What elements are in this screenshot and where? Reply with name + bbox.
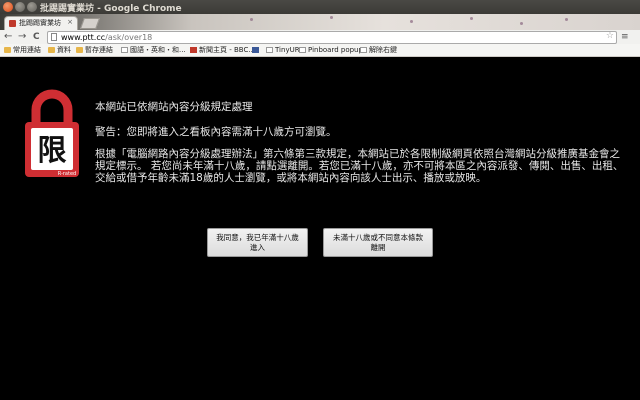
folder-icon (4, 47, 11, 53)
logo-caption: R-rated (58, 171, 76, 177)
bookmark-label: Pinboard popup (308, 46, 363, 54)
bookmark-item[interactable]: 新聞主頁 - BBC... (190, 45, 255, 55)
leave-button-sublabel: 離開 (370, 243, 386, 252)
reload-button[interactable]: C (33, 30, 40, 44)
legal-paragraph: 根據「電腦網路內容分級處理辦法」第六條第三款規定，本網站已於各限制級網頁依照台灣… (95, 148, 624, 184)
bookmark-item[interactable]: 解除右鍵 (360, 45, 397, 55)
blossom-decoration (410, 20, 413, 23)
bookmark-label: 常用連結 (13, 46, 41, 54)
url-text: www.ptt.cc/ask/over18 (61, 32, 152, 43)
blossom-decoration (250, 18, 253, 21)
page-content: 限 R-rated 本網站已依網站內容分級規定處理 警告：您即將進入之看板內容需… (0, 57, 640, 400)
bookmark-label: 資料 (57, 46, 71, 54)
bookmark-label: 國語・英和・和... (130, 46, 186, 54)
bookmark-label: 暫存連結 (85, 46, 113, 54)
window-maximize-button[interactable] (27, 2, 37, 12)
bookmark-label: 解除右鍵 (369, 46, 397, 54)
window-close-button[interactable] (3, 2, 13, 12)
folder-icon (76, 47, 83, 53)
blossom-decoration (520, 22, 523, 25)
tab-strip: 批踢踢實業坊 × (0, 14, 640, 30)
page-icon (360, 47, 367, 53)
bookmark-label: 新聞主頁 - BBC... (199, 46, 256, 54)
page-icon (299, 47, 306, 53)
blossom-decoration (330, 16, 333, 19)
bookmark-folder[interactable]: 常用連結 (4, 45, 41, 55)
warning-text: 警告：您即將進入之看板內容需滿十八歲方可瀏覽。 (95, 126, 337, 138)
bookmark-folder[interactable]: 資料 (48, 45, 71, 55)
facebook-icon (252, 47, 259, 53)
page-icon (51, 33, 57, 41)
new-tab-button[interactable] (79, 18, 101, 29)
page-icon (266, 47, 273, 53)
window-controls (3, 2, 37, 12)
restricted-lock-icon: 限 R-rated (25, 89, 79, 177)
bookmark-folder[interactable]: 暫存連結 (76, 45, 113, 55)
bookmark-item[interactable] (252, 45, 261, 55)
address-bar[interactable]: www.ptt.cc/ask/over18 ☆ (47, 31, 617, 44)
favicon-icon (9, 20, 16, 27)
bbc-icon (190, 47, 197, 53)
page-icon (121, 47, 128, 53)
url-path: /ask/over18 (105, 33, 153, 42)
enter-button-sublabel: 進入 (250, 243, 265, 252)
leave-button[interactable]: 未滿十八歲或不同意本條款 離開 (323, 228, 433, 257)
back-button[interactable]: ← (4, 30, 12, 44)
blossom-decoration (565, 18, 568, 21)
notice-heading: 本網站已依網站內容分級規定處理 (95, 101, 253, 113)
bookmark-item[interactable]: Pinboard popup (299, 45, 363, 55)
chrome-menu-icon[interactable]: ≡ (621, 32, 629, 42)
window-minimize-button[interactable] (15, 2, 25, 12)
enter-button[interactable]: 我同意，我已年滿十八歲 進入 (207, 228, 308, 257)
leave-button-label: 未滿十八歲或不同意本條款 (333, 233, 423, 242)
bookmark-star-icon[interactable]: ☆ (606, 31, 614, 41)
tab-ptt[interactable]: 批踢踢實業坊 × (4, 16, 78, 30)
bookmark-item[interactable]: 國語・英和・和... (121, 45, 186, 55)
bookmarks-bar: 常用連結 資料 暫存連結 國語・英和・和... 新聞主頁 - BBC... Ti… (0, 44, 640, 57)
tab-label: 批踢踢實業坊 (19, 19, 61, 27)
window-title: 批踢踢實業坊 - Google Chrome (40, 4, 182, 14)
toolbar: ← → C www.ptt.cc/ask/over18 ☆ ≡ (0, 30, 640, 45)
tab-close-icon[interactable]: × (67, 18, 73, 26)
enter-button-label: 我同意，我已年滿十八歲 (216, 233, 299, 242)
forward-button[interactable]: → (18, 30, 26, 44)
logo-char: 限 (37, 133, 66, 167)
blossom-decoration (470, 17, 473, 20)
title-bar: 批踢踢實業坊 - Google Chrome (0, 0, 640, 14)
folder-icon (48, 47, 55, 53)
url-host: www.ptt.cc (61, 33, 106, 42)
